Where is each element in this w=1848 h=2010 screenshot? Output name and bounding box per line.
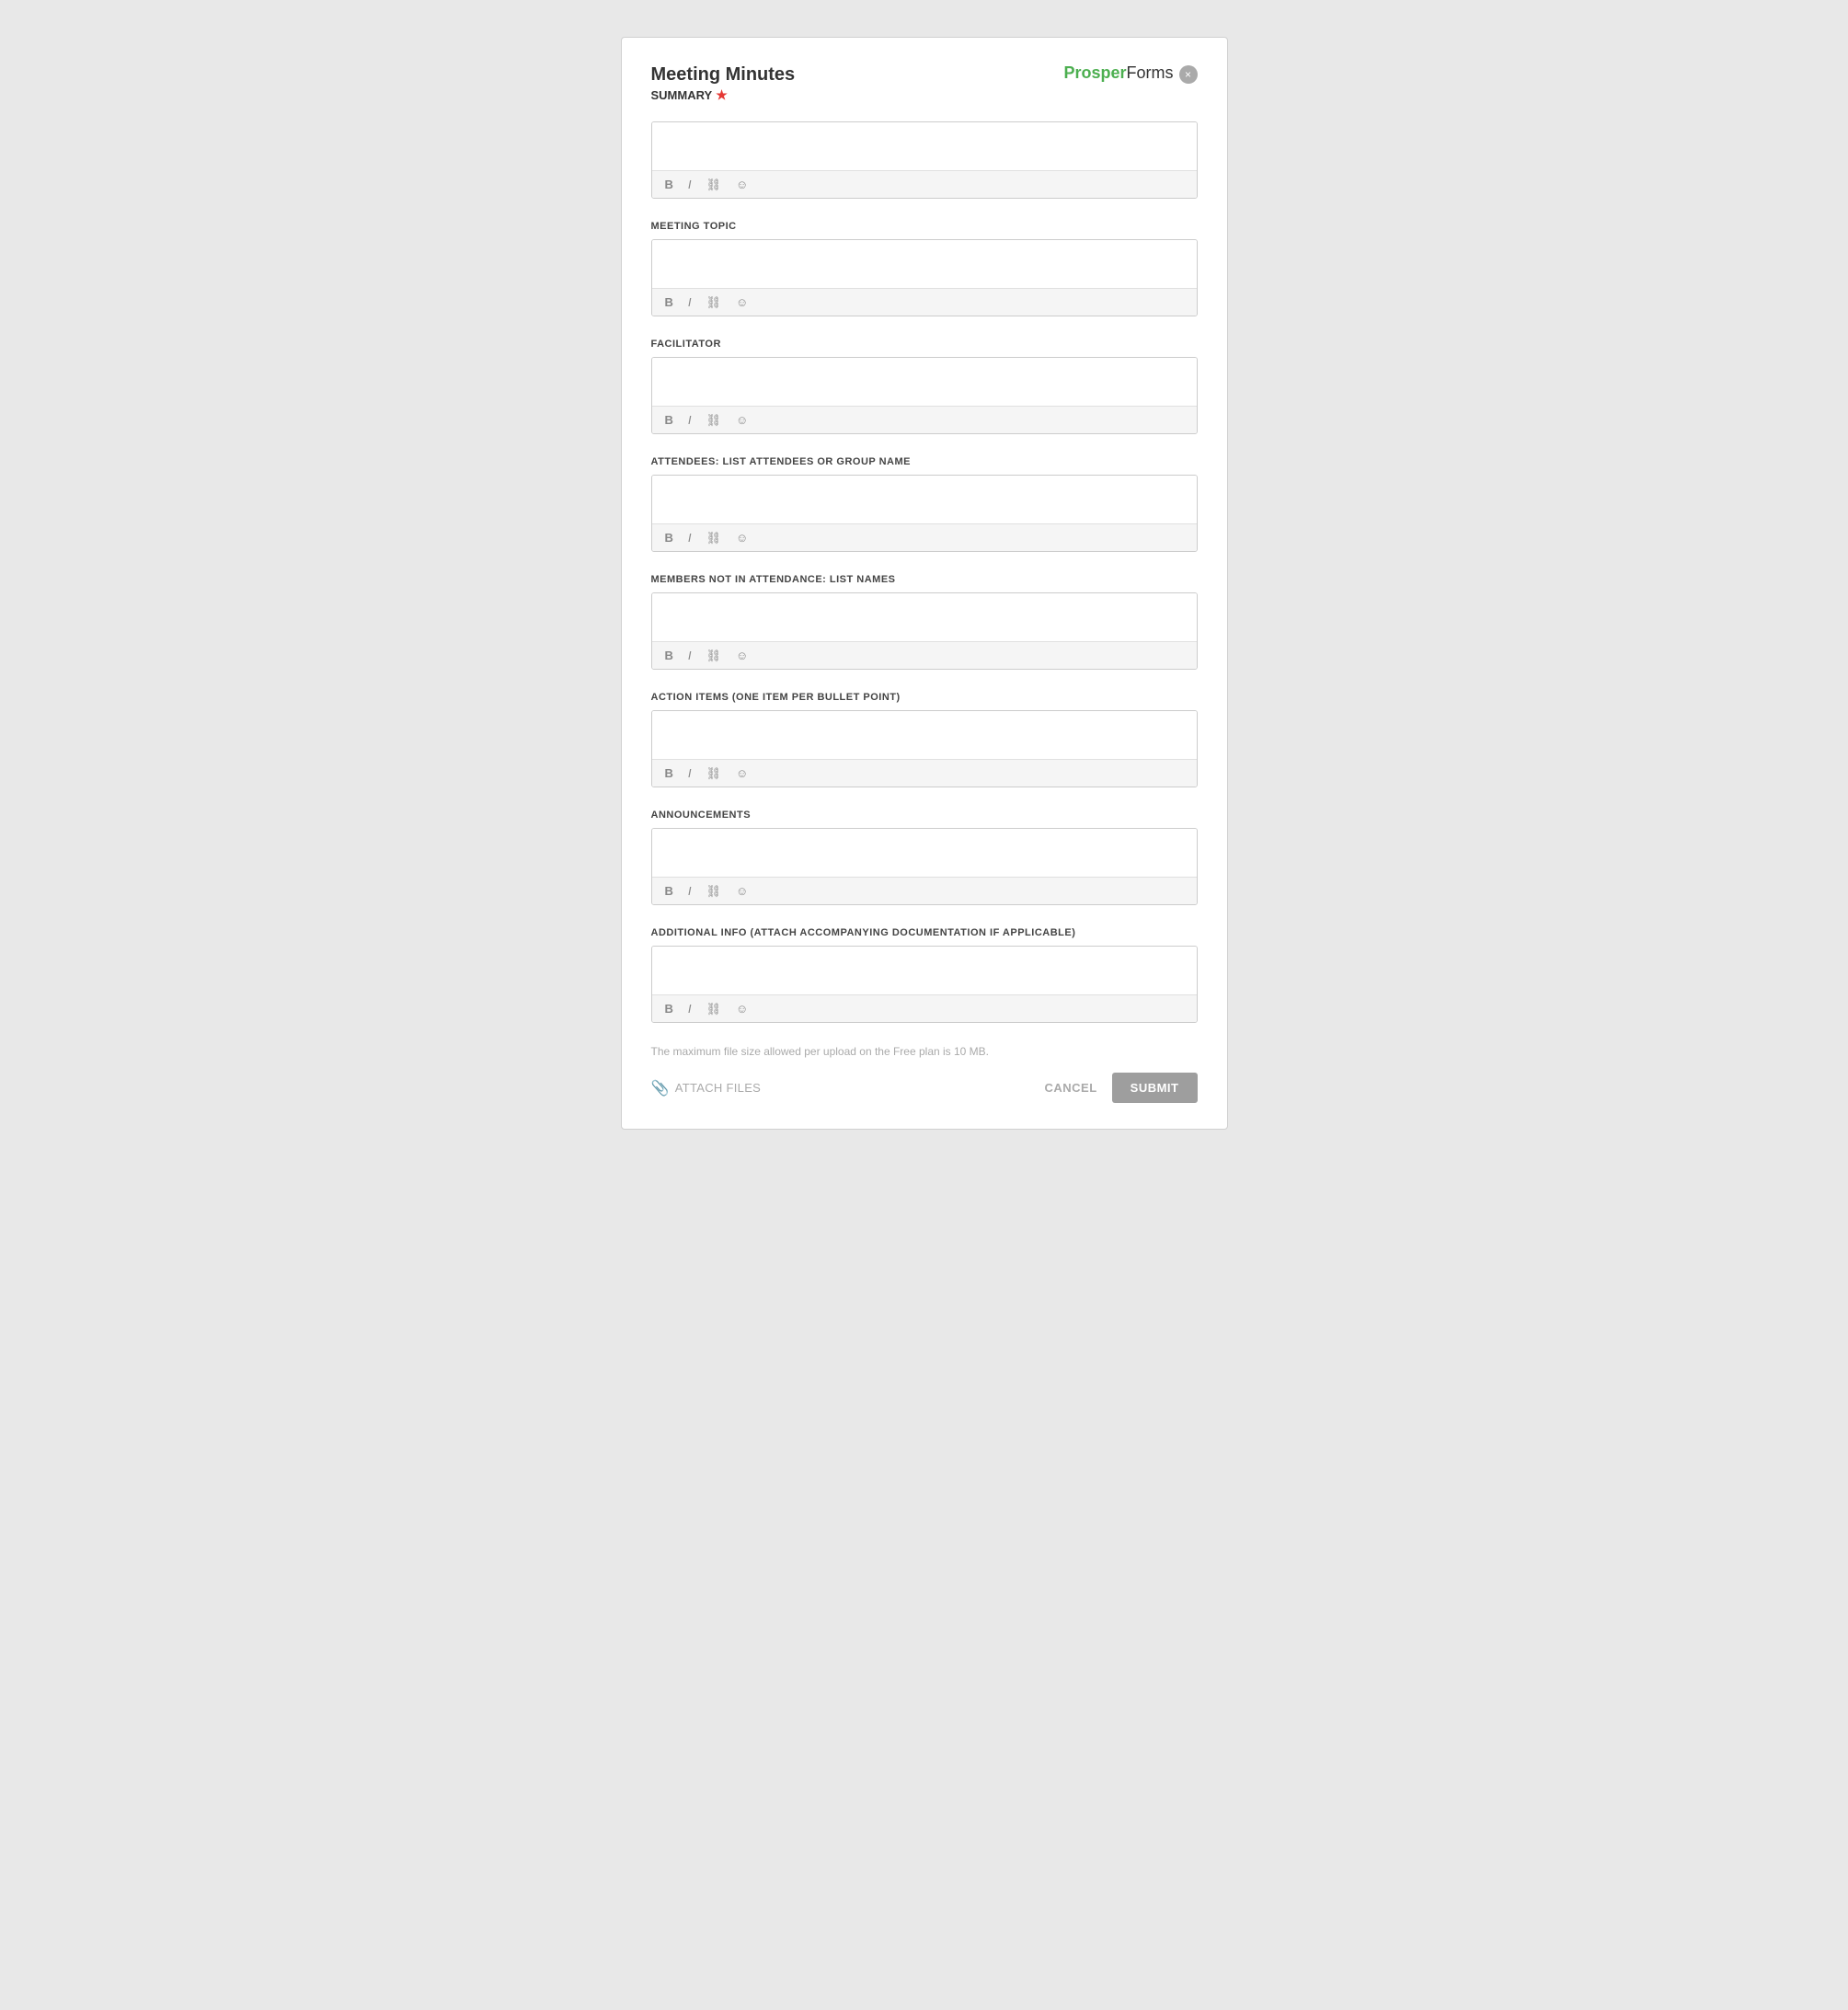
additional-info-label: ADDITIONAL INFO (ATTACH ACCOMPANYING DOC… [651,927,1198,938]
paperclip-icon: 📎 [651,1079,670,1097]
field-attendees: ATTENDEES: LIST ATTENDEES OR GROUP NAME … [651,456,1198,552]
field-announcements: ANNOUNCEMENTS B I ⛓ ☺ [651,810,1198,905]
facilitator-bold-button[interactable]: B [661,412,677,428]
submit-button[interactable]: SUBMIT [1112,1073,1198,1103]
action-items-input[interactable] [652,711,1197,759]
additional-info-input[interactable] [652,947,1197,994]
field-action-items: ACTION ITEMS (ONE ITEM PER BULLET POINT)… [651,692,1198,787]
additional-info-emoji-button[interactable]: ☺ [732,1001,752,1016]
announcements-italic-button[interactable]: I [684,883,695,899]
announcements-label: ANNOUNCEMENTS [651,810,1198,821]
attendees-italic-button[interactable]: I [684,530,695,546]
action-items-link-button[interactable]: ⛓ [703,765,726,781]
attendees-bold-button[interactable]: B [661,530,677,546]
attendees-link-button[interactable]: ⛓ [703,530,726,546]
members-not-attending-label: MEMBERS NOT IN ATTENDANCE: LIST NAMES [651,574,1198,585]
action-items-italic-button[interactable]: I [684,765,695,781]
field-summary: B I ⛓ ☺ [651,121,1198,199]
meeting-topic-input[interactable] [652,240,1197,288]
summary-link-button[interactable]: ⛓ [703,177,726,192]
form-title: Meeting Minutes [651,63,796,86]
close-button[interactable]: × [1179,65,1198,84]
facilitator-emoji-button[interactable]: ☺ [732,412,752,428]
attendees-emoji-button[interactable]: ☺ [732,530,752,546]
facilitator-input[interactable] [652,358,1197,406]
attendees-editor: B I ⛓ ☺ [651,475,1198,552]
logo-wrapper: Prosper Forms × [1063,63,1197,84]
form-title-block: Meeting Minutes SUMMARY ★ [651,63,796,103]
members-not-attending-toolbar: B I ⛓ ☺ [652,641,1197,669]
logo: Prosper Forms [1063,63,1173,83]
field-additional-info: ADDITIONAL INFO (ATTACH ACCOMPANYING DOC… [651,927,1198,1023]
facilitator-link-button[interactable]: ⛓ [703,412,726,428]
announcements-emoji-button[interactable]: ☺ [732,883,752,899]
summary-input[interactable] [652,122,1197,170]
action-items-bold-button[interactable]: B [661,765,677,781]
announcements-link-button[interactable]: ⛓ [703,883,726,899]
form-actions: 📎 ATTACH FILES CANCEL SUBMIT [651,1073,1198,1103]
form-header: Meeting Minutes SUMMARY ★ Prosper Forms … [651,63,1198,103]
attendees-input[interactable] [652,476,1197,523]
field-facilitator: FACILITATOR B I ⛓ ☺ [651,339,1198,434]
field-members-not-attending: MEMBERS NOT IN ATTENDANCE: LIST NAMES B … [651,574,1198,670]
action-buttons: CANCEL SUBMIT [1044,1073,1197,1103]
summary-toolbar: B I ⛓ ☺ [652,170,1197,198]
field-meeting-topic: MEETING TOPIC B I ⛓ ☺ [651,221,1198,316]
attendees-toolbar: B I ⛓ ☺ [652,523,1197,551]
file-size-note: The maximum file size allowed per upload… [651,1045,1198,1058]
members-not-attending-italic-button[interactable]: I [684,648,695,663]
announcements-bold-button[interactable]: B [661,883,677,899]
form-container: Meeting Minutes SUMMARY ★ Prosper Forms … [621,37,1228,1130]
additional-info-italic-button[interactable]: I [684,1001,695,1016]
logo-forms: Forms [1127,63,1174,83]
action-items-editor: B I ⛓ ☺ [651,710,1198,787]
summary-italic-button[interactable]: I [684,177,695,192]
additional-info-bold-button[interactable]: B [661,1001,677,1016]
summary-bold-button[interactable]: B [661,177,677,192]
additional-info-link-button[interactable]: ⛓ [703,1001,726,1016]
members-not-attending-editor: B I ⛓ ☺ [651,592,1198,670]
facilitator-italic-button[interactable]: I [684,412,695,428]
meeting-topic-emoji-button[interactable]: ☺ [732,294,752,310]
members-not-attending-input[interactable] [652,593,1197,641]
members-not-attending-link-button[interactable]: ⛓ [703,648,726,663]
facilitator-label: FACILITATOR [651,339,1198,350]
meeting-topic-link-button[interactable]: ⛓ [703,294,726,310]
additional-info-toolbar: B I ⛓ ☺ [652,994,1197,1022]
summary-emoji-button[interactable]: ☺ [732,177,752,192]
announcements-input[interactable] [652,829,1197,877]
action-items-toolbar: B I ⛓ ☺ [652,759,1197,787]
facilitator-editor: B I ⛓ ☺ [651,357,1198,434]
members-not-attending-emoji-button[interactable]: ☺ [732,648,752,663]
action-items-label: ACTION ITEMS (ONE ITEM PER BULLET POINT) [651,692,1198,703]
action-items-emoji-button[interactable]: ☺ [732,765,752,781]
additional-info-editor: B I ⛓ ☺ [651,946,1198,1023]
attendees-label: ATTENDEES: LIST ATTENDEES OR GROUP NAME [651,456,1198,467]
meeting-topic-bold-button[interactable]: B [661,294,677,310]
members-not-attending-bold-button[interactable]: B [661,648,677,663]
meeting-topic-toolbar: B I ⛓ ☺ [652,288,1197,316]
required-star: ★ [716,87,728,103]
meeting-topic-editor: B I ⛓ ☺ [651,239,1198,316]
meeting-topic-label: MEETING TOPIC [651,221,1198,232]
form-subtitle: SUMMARY ★ [651,87,796,103]
announcements-editor: B I ⛓ ☺ [651,828,1198,905]
cancel-button[interactable]: CANCEL [1044,1081,1096,1095]
summary-editor: B I ⛓ ☺ [651,121,1198,199]
meeting-topic-italic-button[interactable]: I [684,294,695,310]
logo-prosper: Prosper [1063,63,1126,83]
facilitator-toolbar: B I ⛓ ☺ [652,406,1197,433]
attach-files-button[interactable]: 📎 ATTACH FILES [651,1079,762,1097]
footer-section: The maximum file size allowed per upload… [651,1045,1198,1103]
announcements-toolbar: B I ⛓ ☺ [652,877,1197,904]
